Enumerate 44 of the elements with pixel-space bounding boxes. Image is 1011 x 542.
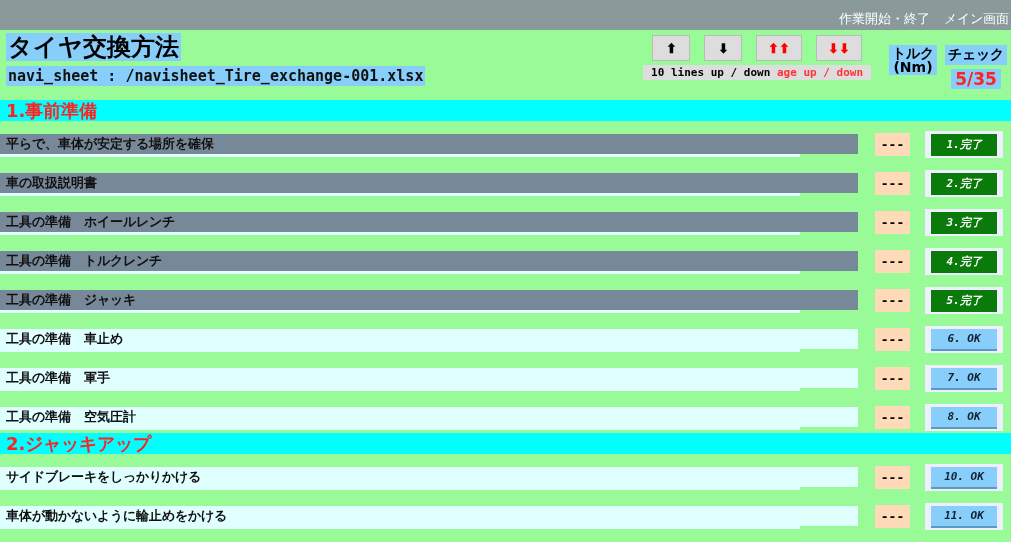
task-label: 工具の準備 ジャッキ (0, 290, 858, 310)
torque-heading: トルク (Nm) (889, 45, 937, 75)
torque-value: --- (875, 505, 910, 528)
section-title: 2.ジャッキアップ (6, 433, 152, 454)
torque-value: --- (875, 211, 910, 234)
torque-value: --- (875, 289, 910, 312)
check-button[interactable]: 10. OK (931, 466, 997, 489)
scroll-hint: 10 lines up / down age up / down (643, 65, 871, 80)
task-label: 工具の準備 軍手 (0, 368, 858, 388)
task-label: 工具の準備 トルクレンチ (0, 251, 858, 271)
check-button[interactable]: 6. OK (931, 328, 997, 351)
nav-link[interactable]: メイン画面 (944, 10, 1009, 28)
check-button[interactable]: 3.完了 (931, 211, 997, 234)
scroll-button[interactable]: ⬆⬆ (756, 35, 803, 61)
file-path: navi_sheet : /navisheet_Tire_exchange-001.xlsx (6, 66, 426, 86)
task-label: 車の取扱説明書 (0, 173, 858, 193)
check-button[interactable]: 4.完了 (931, 250, 997, 273)
scroll-button[interactable]: ⬆ (652, 35, 691, 61)
torque-value: --- (875, 250, 910, 273)
check-button[interactable]: 8. OK (931, 406, 997, 429)
task-label: 車体が動かないように輪止めをかける (0, 506, 858, 526)
torque-value: --- (875, 367, 910, 390)
section-title: 1.事前準備 (6, 100, 98, 121)
check-button[interactable]: 1.完了 (931, 133, 997, 156)
task-label: 工具の準備 車止め (0, 329, 858, 349)
page-title: タイヤ交換方法 (6, 33, 181, 61)
check-button[interactable]: 2.完了 (931, 172, 997, 195)
task-label: 平らで、車体が安定する場所を確保 (0, 134, 858, 154)
check-button[interactable]: 5.完了 (931, 289, 997, 312)
task-label: 工具の準備 ホイールレンチ (0, 212, 858, 232)
check-button[interactable]: 7. OK (931, 367, 997, 390)
torque-value: --- (875, 406, 910, 429)
torque-value: --- (875, 466, 910, 489)
progress-count: 5/35 (951, 69, 1001, 89)
torque-value: --- (875, 133, 910, 156)
check-heading: チェック (945, 45, 1007, 65)
torque-value: --- (875, 328, 910, 351)
torque-value: --- (875, 172, 910, 195)
task-label: サイドブレーキをしっかりかける (0, 467, 858, 487)
task-label: 工具の準備 空気圧計 (0, 407, 858, 427)
scroll-button[interactable]: ⬇⬇ (816, 35, 863, 61)
scroll-button[interactable]: ⬇ (704, 35, 743, 61)
check-button[interactable]: 11. OK (931, 505, 997, 528)
nav-link[interactable]: 作業開始・終了 (839, 10, 930, 28)
